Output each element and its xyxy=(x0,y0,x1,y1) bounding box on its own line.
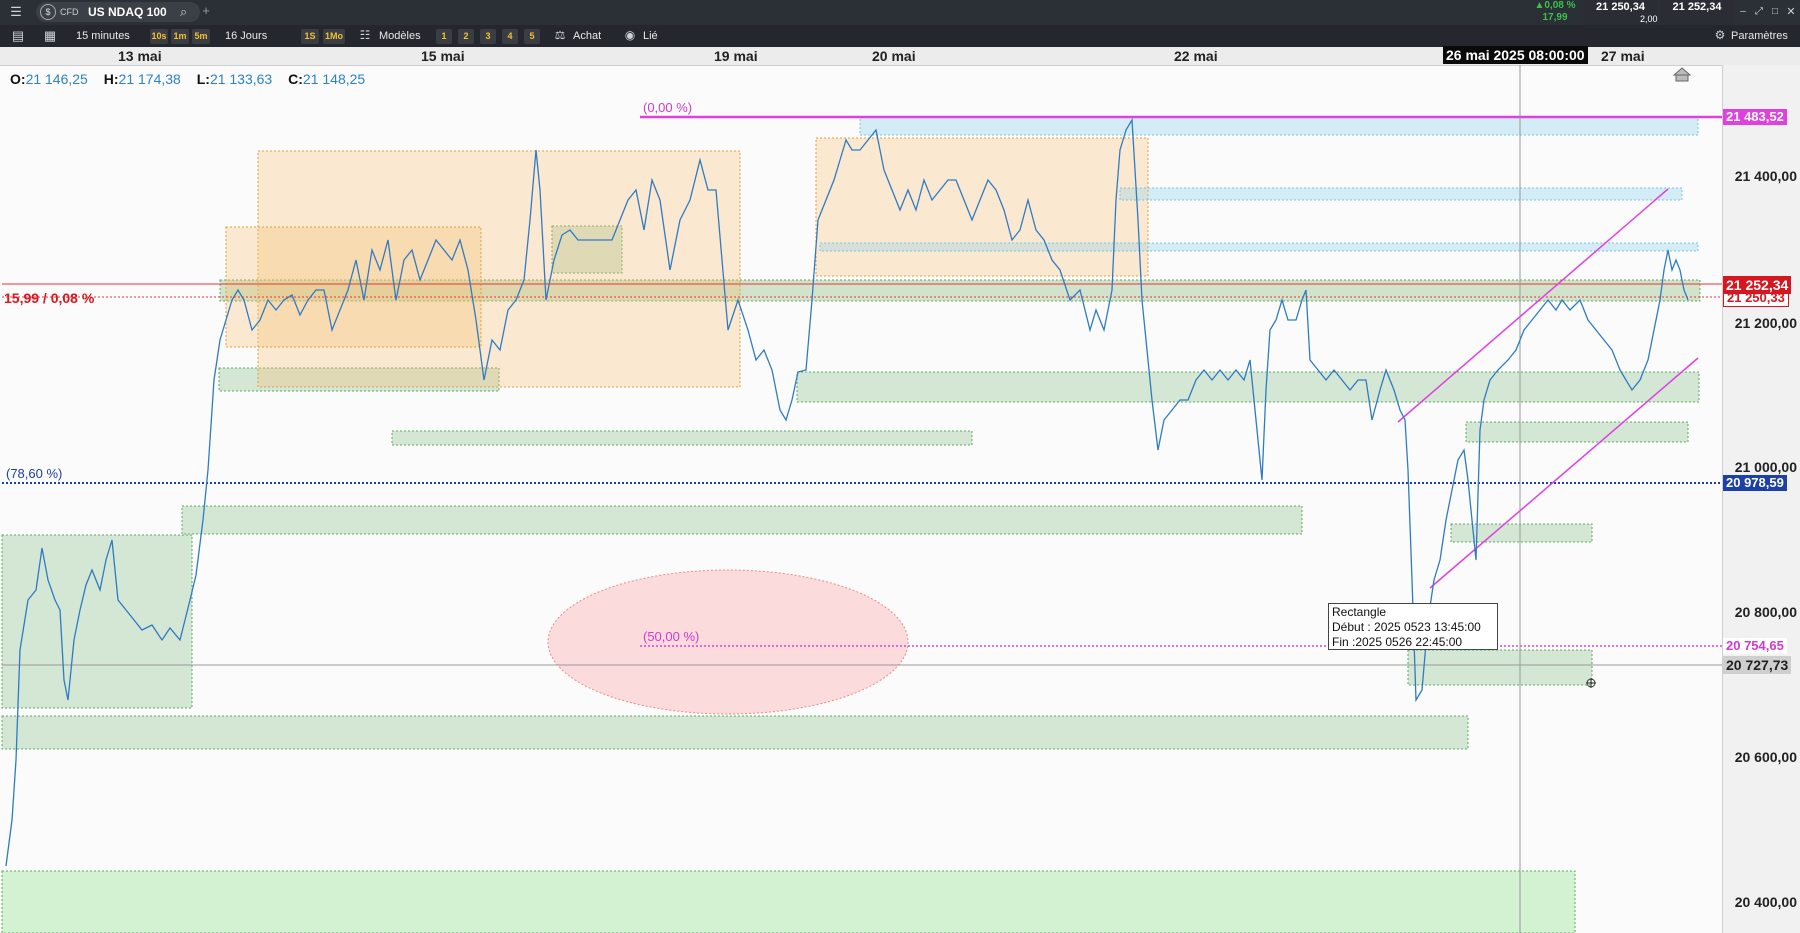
buy-button[interactable]: Achat xyxy=(573,27,601,45)
green-zone[interactable] xyxy=(796,371,1700,403)
blue-band[interactable] xyxy=(859,116,1699,136)
blue-band[interactable] xyxy=(819,242,1699,252)
slot-1-button[interactable]: 1 xyxy=(436,29,452,44)
blue-band[interactable] xyxy=(1119,187,1683,201)
price-tick: 21 200,00 xyxy=(1734,315,1797,331)
fib-50-label: (50,00 %) xyxy=(643,629,700,644)
period-1s-button[interactable]: 1S xyxy=(301,29,319,44)
linked-button[interactable]: Lié xyxy=(643,27,658,45)
search-icon[interactable]: ⌕ xyxy=(180,2,187,22)
fib-786-label: (78,60 %) xyxy=(6,466,63,481)
slot-4-button[interactable]: 4 xyxy=(502,29,518,44)
instrument-type: CFD xyxy=(60,7,79,17)
close-key: C: xyxy=(288,71,303,87)
interval-select[interactable]: 15 minutes xyxy=(76,27,130,45)
range-box[interactable] xyxy=(815,137,1149,277)
highlight-ellipse[interactable] xyxy=(547,569,909,715)
date-label: 22 mai xyxy=(1174,48,1218,64)
price-tick: 20 600,00 xyxy=(1734,749,1797,765)
slot-3-button[interactable]: 3 xyxy=(480,29,496,44)
slot-5-button[interactable]: 5 xyxy=(524,29,540,44)
tooltip-start: Début : 2025 0523 13:45:00 xyxy=(1332,620,1481,634)
current-price-label: 21 252,34 xyxy=(1723,276,1792,294)
settings-button[interactable]: Paramètres xyxy=(1731,27,1788,45)
templates-button[interactable]: Modèles xyxy=(379,27,421,45)
crosshair-price-label: 20 727,73 xyxy=(1723,656,1792,674)
price-tick: 21 000,00 xyxy=(1734,459,1797,475)
green-zone[interactable] xyxy=(181,505,1303,535)
date-label: 20 mai xyxy=(872,48,916,64)
ask-price: 21 252,34 xyxy=(1672,1,1722,13)
ohlc-legend: O:21 146,25 H:21 174,38 L:21 133,63 C:21… xyxy=(10,71,377,87)
green-zone[interactable] xyxy=(1465,421,1689,443)
fib-0-label: (0,00 %) xyxy=(643,100,693,115)
ask-button[interactable]: 21 252,34 xyxy=(1660,0,1734,25)
range-box-layer[interactable] xyxy=(225,137,1149,388)
gear-icon: ⚙ xyxy=(1714,28,1726,42)
period-1mo-button[interactable]: 1Mo xyxy=(323,29,345,44)
instrument-tab[interactable]: $ CFD US NDAQ 100 ⌕ xyxy=(36,2,200,22)
price-chart[interactable] xyxy=(0,65,1722,933)
price-tick: 20 400,00 xyxy=(1734,894,1797,910)
high-value: 21 174,38 xyxy=(118,71,181,87)
chart-toolbar: ▤ ▦ 15 minutes 10s 1m 5m 16 Jours 1S 1Mo… xyxy=(0,25,1800,48)
green-zone[interactable] xyxy=(1,534,193,709)
change-box: ▲0,08 % 17,99 xyxy=(1528,0,1582,25)
interval-5m-button[interactable]: 5m xyxy=(192,29,210,44)
close-icon[interactable]: ✕ xyxy=(1784,2,1798,22)
slot-2-button[interactable]: 2 xyxy=(458,29,474,44)
tooltip-end: Fin :2025 0526 22:45:00 xyxy=(1332,635,1463,649)
title-bar: ☰ $ CFD US NDAQ 100 ⌕ + ▲0,08 % 17,99 21… xyxy=(0,0,1800,26)
templates-icon: ☷ xyxy=(359,28,371,42)
fib-786-price-label: 20 978,59 xyxy=(1723,475,1787,491)
fib-0-price-label: 21 483,52 xyxy=(1723,109,1787,125)
range-box[interactable] xyxy=(225,226,482,348)
close-value: 21 148,25 xyxy=(302,71,366,87)
maximize-icon[interactable]: □ xyxy=(1768,2,1782,22)
date-label: 15 mai xyxy=(421,48,465,64)
layout-grid-icon[interactable]: ▦ xyxy=(40,26,60,46)
crosshair-time-label: 26 mai 2025 08:00:00 xyxy=(1443,46,1588,64)
price-tick: 20 800,00 xyxy=(1734,604,1797,620)
change-pct: ▲0,08 % xyxy=(1534,0,1576,11)
buy-icon: ⚖ xyxy=(554,28,566,42)
open-value: 21 146,25 xyxy=(25,71,88,87)
eye-icon: ◉ xyxy=(624,28,636,42)
bid-price: 21 250,34 xyxy=(1596,1,1645,13)
fib-50-price-label: 20 754,65 xyxy=(1723,638,1787,654)
interval-10s-button[interactable]: 10s xyxy=(150,29,168,44)
green-zone[interactable] xyxy=(1407,649,1593,686)
interval-1m-button[interactable]: 1m xyxy=(171,29,189,44)
date-label: 27 mai xyxy=(1601,48,1645,64)
price-axis[interactable]: 21 400,00 21 200,00 21 000,00 20 800,00 … xyxy=(1722,65,1800,933)
drawing-tooltip: Rectangle Début : 2025 0523 13:45:00 Fin… xyxy=(1328,603,1498,650)
green-zone[interactable] xyxy=(391,430,973,446)
tooltip-title: Rectangle xyxy=(1332,605,1387,619)
minimize-icon[interactable]: – xyxy=(1736,2,1750,22)
green-zone[interactable] xyxy=(1,870,1576,933)
menu-icon[interactable]: ☰ xyxy=(6,2,26,22)
price-tick: 21 400,00 xyxy=(1734,168,1797,184)
low-key: L: xyxy=(196,71,210,87)
date-label: 13 mai xyxy=(118,48,162,64)
dollar-icon: $ xyxy=(40,4,56,20)
add-tab-icon[interactable]: + xyxy=(198,1,214,21)
high-key: H: xyxy=(103,71,119,87)
change-line-label: 15,99 / 0,08 % xyxy=(4,290,95,306)
open-key: O: xyxy=(10,71,26,87)
change-abs: 17,99 xyxy=(1542,12,1568,23)
home-icon[interactable] xyxy=(1672,67,1692,76)
detach-icon[interactable]: ⤢ xyxy=(1752,2,1766,22)
instrument-name: US NDAQ 100 xyxy=(88,5,167,19)
green-zone[interactable] xyxy=(1,715,1469,750)
spread-value: 2,00 xyxy=(1640,14,1658,24)
period-select[interactable]: 16 Jours xyxy=(225,27,267,45)
home-icon-base xyxy=(1675,74,1689,82)
low-value: 21 133,63 xyxy=(209,71,273,87)
date-label: 19 mai xyxy=(714,48,758,64)
panel-icon[interactable]: ▤ xyxy=(8,26,28,46)
